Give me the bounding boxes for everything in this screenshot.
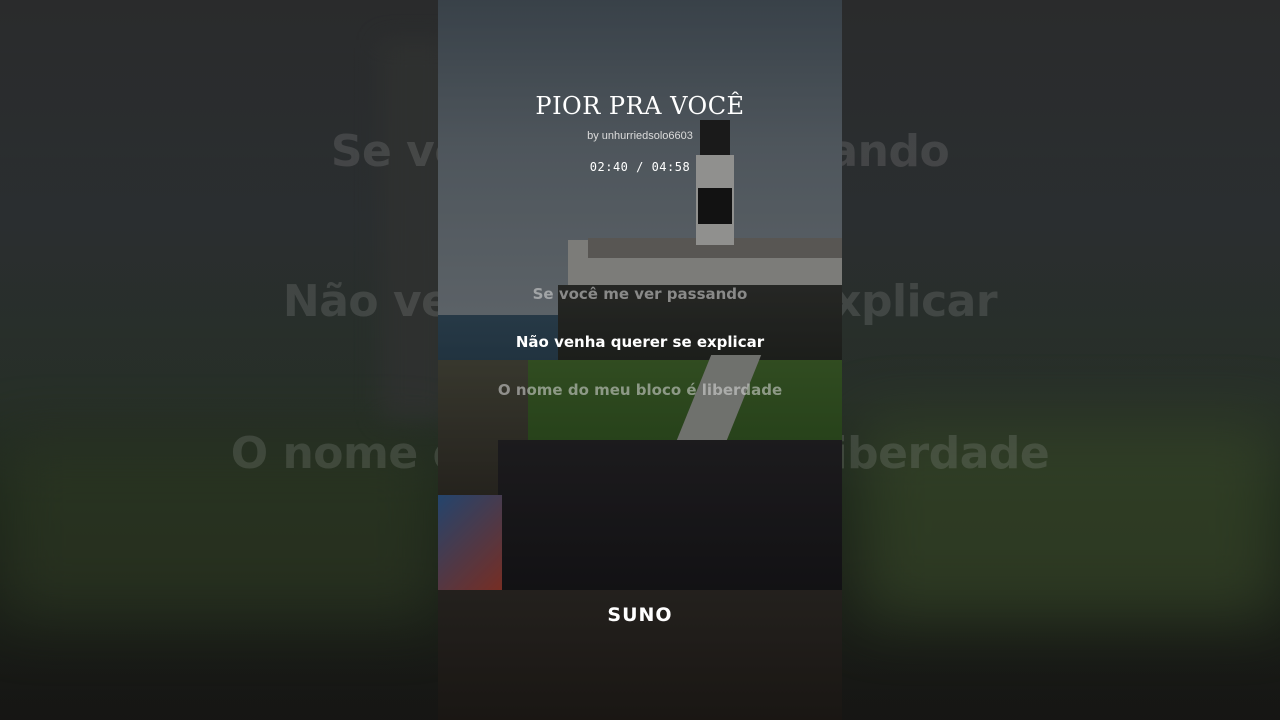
song-byline: by unhurriedsolo6603	[587, 130, 693, 142]
lyric-current: Não venha querer se explicar	[515, 333, 765, 351]
playback-time: 02:40 / 04:58	[589, 160, 691, 174]
video-panel: PIOR PRA VOCÊ by unhurriedsolo6603 02:40…	[438, 0, 842, 720]
lyric-previous: Se você me ver passando	[532, 285, 748, 303]
song-title: PIOR PRA VOCÊ	[535, 92, 745, 120]
suno-logo: SUNO	[607, 604, 673, 626]
lyric-next: O nome do meu bloco é liberdade	[497, 381, 783, 399]
